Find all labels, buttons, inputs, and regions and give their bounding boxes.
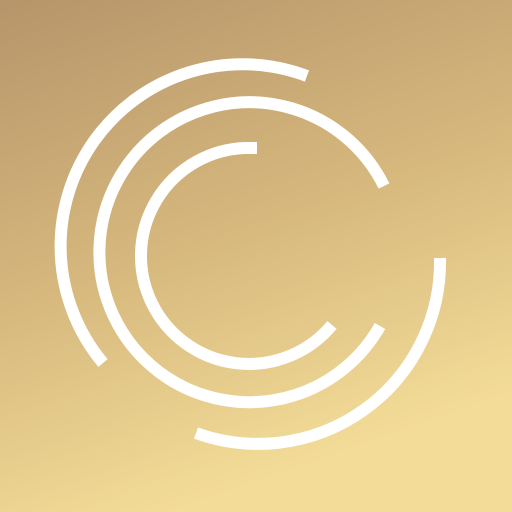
background-gradient bbox=[0, 0, 512, 512]
app-icon-canvas bbox=[0, 0, 512, 512]
app-icon-svg bbox=[0, 0, 512, 512]
